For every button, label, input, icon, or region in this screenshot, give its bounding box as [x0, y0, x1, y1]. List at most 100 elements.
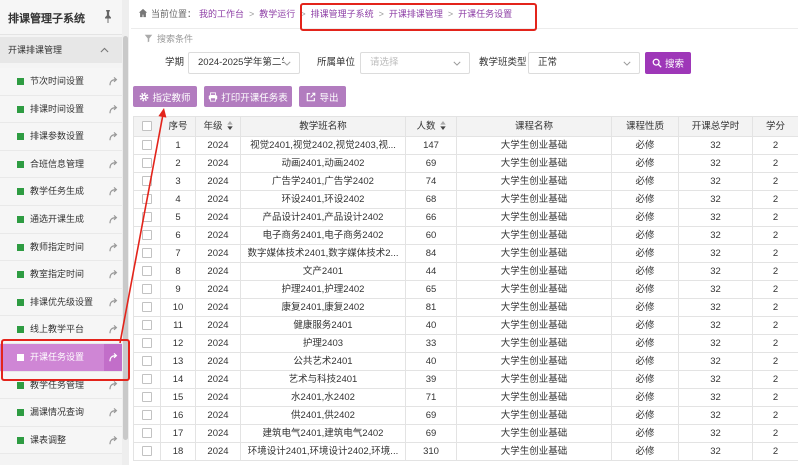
table-row[interactable]: 7 2024 数字媒体技术2401,数字媒体技术2... 84 大学生创业基础 必修 32 2 — [133, 244, 798, 263]
sidebar-item-online-teaching-platform[interactable]: 线上教学平台 — [0, 316, 122, 344]
open-link-icon[interactable] — [108, 76, 118, 86]
sidebar-item-scheduling-parameter-settings[interactable]: 排课参数设置 — [0, 123, 122, 151]
search-button[interactable]: 搜索 — [645, 52, 691, 74]
table-row[interactable]: 12 2024 护理2403 33 大学生创业基础 必修 32 2 — [133, 334, 798, 353]
row-checkbox[interactable] — [142, 301, 152, 312]
row-select-cell[interactable] — [133, 424, 161, 443]
row-select-cell[interactable] — [133, 370, 161, 389]
breadcrumb-teaching-operation[interactable]: 教学运行 — [259, 7, 295, 20]
table-row[interactable]: 14 2024 艺术与科技2401 39 大学生创业基础 必修 32 2 — [133, 370, 798, 389]
table-row[interactable]: 6 2024 电子商务2401,电子商务2402 60 大学生创业基础 必修 32 2 — [133, 226, 798, 245]
sidebar-item-teaching-task-management[interactable]: 教学任务管理 — [0, 371, 122, 400]
row-checkbox[interactable] — [142, 265, 152, 276]
open-link-icon[interactable] — [108, 186, 118, 196]
class-type-select[interactable]: 正常 — [528, 52, 640, 74]
open-link-icon[interactable] — [108, 104, 118, 114]
row-checkbox[interactable] — [142, 373, 152, 384]
row-checkbox[interactable] — [142, 211, 152, 222]
row-checkbox[interactable] — [142, 157, 152, 168]
header-select-all[interactable] — [133, 116, 161, 137]
pin-icon[interactable] — [103, 10, 113, 23]
table-row[interactable]: 9 2024 护理2401,护理2402 65 大学生创业基础 必修 32 2 — [133, 280, 798, 299]
sidebar-item-teaching-task-generation[interactable]: 教学任务生成 — [0, 178, 122, 206]
header-student-count[interactable]: 人数 — [405, 116, 457, 137]
row-checkbox[interactable] — [142, 175, 152, 186]
sidebar-item-classroom-assigned-time[interactable]: 教室指定时间 — [0, 261, 122, 289]
table-row[interactable]: 2 2024 动画2401,动画2402 69 大学生创业基础 必修 32 2 — [133, 154, 798, 173]
sidebar-item-scheduling-time-settings[interactable]: 排课时间设置 — [0, 95, 122, 124]
open-link-icon[interactable] — [108, 269, 118, 279]
row-checkbox[interactable] — [142, 427, 152, 438]
row-checkbox[interactable] — [142, 319, 152, 330]
assign-teacher-button[interactable]: 指定教师 — [133, 86, 197, 107]
row-select-cell[interactable] — [133, 298, 161, 317]
row-select-cell[interactable] — [133, 280, 161, 299]
row-select-cell[interactable] — [133, 388, 161, 407]
open-link-icon[interactable] — [108, 324, 118, 334]
open-link-icon[interactable] — [108, 159, 118, 169]
breadcrumb-current-page[interactable]: 开课任务设置 — [458, 7, 512, 20]
sidebar-item-teacher-assigned-time[interactable]: 教师指定时间 — [0, 233, 122, 262]
breadcrumb-scheduling-subsystem[interactable]: 排课管理子系统 — [311, 7, 374, 20]
row-select-cell[interactable] — [133, 406, 161, 425]
row-checkbox[interactable] — [142, 193, 152, 204]
table-row[interactable]: 3 2024 广告学2401,广告学2402 74 大学生创业基础 必修 32 2 — [133, 172, 798, 191]
open-link-icon[interactable] — [108, 352, 118, 362]
open-link-icon[interactable] — [108, 435, 118, 445]
row-checkbox[interactable] — [142, 337, 152, 348]
row-checkbox[interactable] — [142, 247, 152, 258]
row-select-cell[interactable] — [133, 154, 161, 173]
row-checkbox[interactable] — [142, 139, 152, 150]
table-row[interactable]: 15 2024 水2401,水2402 71 大学生创业基础 必修 32 2 — [133, 388, 798, 407]
row-select-cell[interactable] — [133, 172, 161, 191]
table-row[interactable]: 5 2024 产品设计2401,产品设计2402 66 大学生创业基础 必修 32 2 — [133, 208, 798, 227]
row-select-cell[interactable] — [133, 442, 161, 461]
row-select-cell[interactable] — [133, 316, 161, 335]
row-checkbox[interactable] — [142, 283, 152, 294]
row-checkbox[interactable] — [142, 445, 152, 456]
row-select-cell[interactable] — [133, 262, 161, 281]
sidebar-scrollbar-thumb[interactable] — [123, 36, 128, 440]
row-select-cell[interactable] — [133, 352, 161, 371]
row-select-cell[interactable] — [133, 334, 161, 353]
open-link-icon[interactable] — [108, 242, 118, 252]
header-grade[interactable]: 年级 — [195, 116, 241, 137]
sidebar-scrollbar[interactable] — [122, 0, 129, 465]
unit-select[interactable]: 请选择 — [360, 52, 470, 74]
row-select-cell[interactable] — [133, 190, 161, 209]
sort-icon[interactable] — [439, 121, 446, 131]
sidebar-item-combined-class-management[interactable]: 合班信息管理 — [0, 150, 122, 179]
breadcrumb-workbench[interactable]: 我的工作台 — [199, 7, 244, 20]
row-checkbox[interactable] — [142, 409, 152, 420]
print-task-sheet-button[interactable]: 打印开课任务表 — [204, 86, 292, 107]
breadcrumb-course-scheduling[interactable]: 开课排课管理 — [389, 7, 443, 20]
sidebar-item-missed-class-query[interactable]: 漏课情况查询 — [0, 399, 122, 427]
row-select-cell[interactable] — [133, 226, 161, 245]
sidebar-item-course-task-settings[interactable]: 开课任务设置 — [0, 343, 122, 372]
table-row[interactable]: 1 2024 视觉2401,视觉2402,视觉2403,视... 147 大学生创业基础… — [133, 136, 798, 155]
sort-icon[interactable] — [226, 121, 233, 131]
open-link-icon[interactable] — [108, 297, 118, 307]
sidebar-item-elective-course-generation[interactable]: 通选开课生成 — [0, 205, 122, 234]
sidebar-item-period-time-settings[interactable]: 节次时间设置 — [0, 68, 122, 96]
table-row[interactable]: 4 2024 环设2401,环设2402 68 大学生创业基础 必修 32 2 — [133, 190, 798, 209]
row-select-cell[interactable] — [133, 136, 161, 155]
sidebar-item-timetable-adjustment[interactable]: 课表调整 — [0, 426, 122, 455]
export-button[interactable]: 导出 — [299, 86, 346, 107]
table-row[interactable]: 17 2024 建筑电气2401,建筑电气2402 69 大学生创业基础 必修 32 2 — [133, 424, 798, 443]
sidebar-item-scheduling-priority-settings[interactable]: 排课优先级设置 — [0, 288, 122, 317]
open-link-icon[interactable] — [108, 131, 118, 141]
term-select[interactable]: 2024-2025学年第二学 — [188, 52, 300, 74]
open-link-icon[interactable] — [108, 214, 118, 224]
open-link-icon[interactable] — [108, 380, 118, 390]
row-checkbox[interactable] — [142, 355, 152, 366]
row-select-cell[interactable] — [133, 244, 161, 263]
table-row[interactable]: 10 2024 康复2401,康复2402 81 大学生创业基础 必修 32 2 — [133, 298, 798, 317]
row-checkbox[interactable] — [142, 229, 152, 240]
table-row[interactable]: 8 2024 文产2401 44 大学生创业基础 必修 32 2 — [133, 262, 798, 281]
table-row[interactable]: 11 2024 健康服务2401 40 大学生创业基础 必修 32 2 — [133, 316, 798, 335]
row-checkbox[interactable] — [142, 391, 152, 402]
table-row[interactable]: 16 2024 供2401,供2402 69 大学生创业基础 必修 32 2 — [133, 406, 798, 425]
select-all-checkbox[interactable] — [142, 120, 152, 131]
sidebar-section-course-scheduling[interactable]: 开课排课管理 — [0, 37, 122, 63]
